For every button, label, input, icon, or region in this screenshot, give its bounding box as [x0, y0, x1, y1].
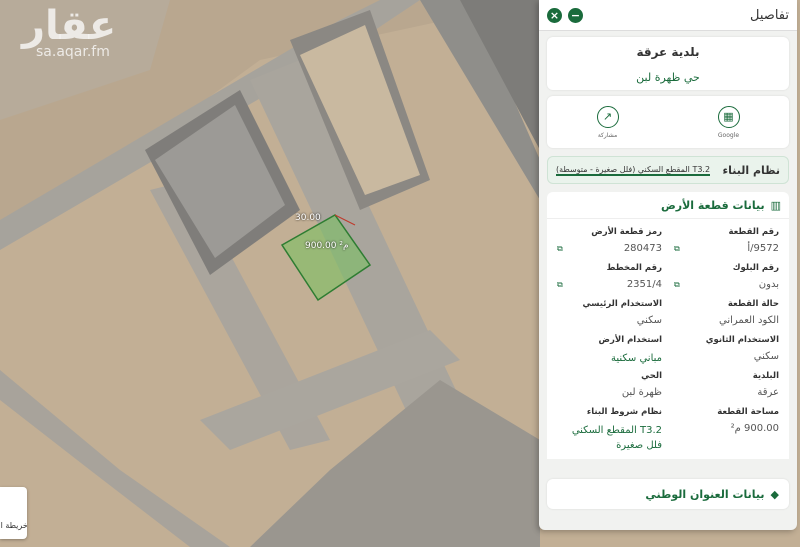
municipality-card: بلدية عرقة حي ظهرة لبن — [547, 37, 789, 90]
map-icon: ▥ — [770, 198, 781, 212]
copy-icon[interactable]: ⧉ — [557, 280, 563, 290]
copy-icon[interactable]: ⧉ — [674, 244, 680, 254]
field-plot-code: رمز قطعة الأرض 280473 ⧉ — [557, 227, 662, 254]
field-secondary-use: الاستخدام الثانوي سكني — [705, 335, 779, 362]
field-plot-status: حالة القطعة الكود العمراني — [719, 299, 779, 326]
details-panel: تفاصيل × − بلدية عرقة حي ظهرة لبن ▦ Goog… — [539, 0, 797, 530]
copy-icon[interactable]: ⧉ — [674, 280, 680, 290]
field-municipality: البلدية عرقة — [752, 371, 779, 398]
land-data-section: ▥ بيانات قطعة الأرض رقم القطعة 9572/أ ⧉ رم… — [547, 192, 789, 459]
field-plot-number: رقم القطعة 9572/أ ⧉ — [674, 227, 779, 254]
tag-icon: ◆ — [770, 487, 779, 501]
map-icon: ▦ — [717, 106, 740, 128]
district-name: حي ظهرة لبن — [636, 71, 700, 84]
panel-title: تفاصيل — [750, 7, 789, 23]
field-plot-area: مساحة القطعة 900.00 م² — [717, 407, 779, 434]
panel-header: تفاصيل × − — [539, 0, 797, 31]
share-button[interactable]: ↗ مشاركة — [596, 106, 619, 142]
aqar-watermark: عقار sa.aqar.fm — [22, 3, 117, 60]
map-layer-toggle[interactable]: خريطة الأ — [0, 487, 27, 539]
google-map-button[interactable]: ▦ Google — [717, 106, 740, 142]
share-icon: ↗ — [596, 106, 619, 128]
field-main-use: الاستخدام الرئيسي سكني — [582, 299, 662, 326]
actions-card: ▦ Google ↗ مشاركة — [547, 96, 789, 148]
municipality-name: بلدية عرقة — [636, 45, 700, 59]
field-block-number: رقم البلوك بدون ⧉ — [674, 263, 779, 290]
building-system-row: نظام البناء T3.2 المقطع السكني (فلل صغير… — [547, 156, 789, 184]
field-plan-number: رقم المخطط 2351/4 ⧉ — [557, 263, 662, 290]
copy-icon[interactable]: ⧉ — [557, 244, 563, 254]
national-address-section[interactable]: ◆ بيانات العنوان الوطني — [547, 479, 789, 509]
land-data-header[interactable]: ▥ بيانات قطعة الأرض — [547, 192, 789, 219]
building-system-value[interactable]: T3.2 المقطع السكني (فلل صغيرة - متوسطة) — [556, 165, 711, 176]
building-system-label: نظام البناء — [722, 163, 780, 177]
field-district: الحي ظهرة لبن — [621, 371, 662, 398]
parcel-dimension-label: 30.00 — [295, 213, 321, 223]
field-land-use: استخدام الأرض مباني سكنية — [598, 335, 662, 364]
close-icon[interactable]: × — [547, 7, 562, 23]
field-building-conditions: نظام شروط البناء T3.2 المقطع السكني فلل ص… — [571, 407, 662, 451]
minimize-icon[interactable]: − — [568, 7, 583, 23]
parcel-area-label: 900.00 م² — [305, 241, 349, 251]
